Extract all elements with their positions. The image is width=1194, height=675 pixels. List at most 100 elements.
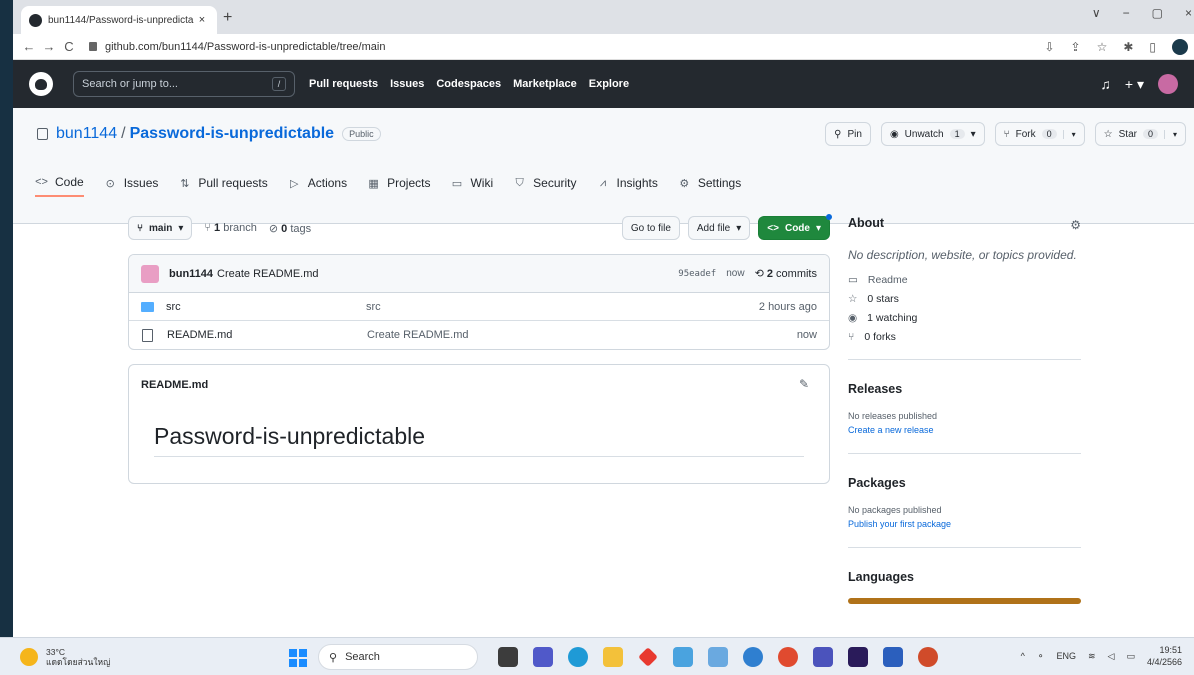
teams-app-icon[interactable]	[813, 647, 833, 667]
table-row[interactable]: src src 2 hours ago	[129, 293, 829, 321]
repo-owner-link[interactable]: bun1144	[56, 125, 117, 143]
publish-package-link[interactable]: Publish your first package	[848, 517, 1081, 531]
releases-title[interactable]: Releases	[848, 382, 1081, 396]
share-icon[interactable]: ⇪	[1071, 40, 1081, 54]
nav-codespaces[interactable]: Codespaces	[436, 78, 501, 90]
chevron-down-icon[interactable]: ▾	[1062, 129, 1076, 139]
create-release-link[interactable]: Create a new release	[848, 423, 1081, 437]
reload-icon[interactable]: C	[59, 39, 79, 54]
app-red-diamond-icon[interactable]	[638, 647, 658, 667]
file-commit-message[interactable]: Create README.md	[367, 329, 797, 341]
tab-actions[interactable]: ▷ Actions	[288, 171, 347, 195]
wifi-icon[interactable]: ≋	[1088, 651, 1096, 662]
readme-link[interactable]: ▭ Readme	[848, 274, 1081, 286]
profile-avatar-icon[interactable]	[1172, 38, 1188, 55]
premiere-app-icon[interactable]	[848, 647, 868, 667]
clock[interactable]: 19:51 4/4/2566	[1147, 644, 1182, 668]
file-commit-message[interactable]: src	[366, 301, 759, 313]
watching-link[interactable]: ◉ 1 watching	[848, 312, 1081, 324]
releases-info: No releases published Create a new relea…	[848, 409, 1081, 437]
tab-settings[interactable]: ⚙ Settings	[678, 171, 741, 195]
side-panel-icon[interactable]: ▯	[1149, 40, 1156, 54]
file-name[interactable]: README.md	[167, 329, 367, 341]
fork-count: 0	[1041, 129, 1057, 139]
photos-app-icon[interactable]	[708, 647, 728, 667]
tab-insights[interactable]: ⩘ Insights	[597, 171, 658, 195]
tab-code[interactable]: <> Code	[35, 171, 84, 197]
file-explorer-icon[interactable]	[603, 647, 623, 667]
pencil-icon[interactable]: ✎	[799, 377, 809, 391]
tab-pull-requests[interactable]: ⇅ Pull requests	[178, 171, 267, 195]
commits-link[interactable]: ⟲ 2 commits	[755, 267, 817, 280]
user-avatar[interactable]	[1158, 74, 1178, 94]
commit-sha[interactable]: 95eadef	[678, 269, 716, 279]
url-field[interactable]: github.com/bun1144/Password-is-unpredict…	[89, 41, 385, 53]
tab-security[interactable]: ⛉ Security	[513, 171, 577, 195]
bookmark-star-icon[interactable]: ☆	[1097, 40, 1108, 54]
new-tab-button[interactable]: +	[223, 9, 232, 27]
chat-app-icon[interactable]	[533, 647, 553, 667]
unwatch-button[interactable]: ◉ Unwatch 1 ▾	[880, 122, 985, 146]
fork-button[interactable]: ⑂ Fork 0 ▾	[994, 122, 1085, 146]
forward-icon[interactable]: →	[39, 39, 59, 54]
github-logo-icon[interactable]	[29, 72, 53, 96]
tab-projects[interactable]: ▦ Projects	[367, 171, 430, 195]
notifications-bell-icon[interactable]: ♫	[1100, 76, 1111, 92]
star-button[interactable]: ☆ Star 0 ▾	[1094, 122, 1186, 146]
powerpoint-app-icon[interactable]	[918, 647, 938, 667]
app-blue-icon[interactable]	[673, 647, 693, 667]
tab-search-icon[interactable]: ∨	[1092, 6, 1101, 20]
author-avatar[interactable]	[141, 264, 159, 283]
app-circle-icon[interactable]	[743, 647, 763, 667]
nav-issues[interactable]: Issues	[390, 78, 424, 90]
tab-wiki[interactable]: ▭ Wiki	[450, 171, 493, 195]
nav-marketplace[interactable]: Marketplace	[513, 78, 577, 90]
chevron-up-icon[interactable]: ^	[1021, 651, 1025, 661]
pin-button[interactable]: ⚲ Pin	[825, 122, 871, 146]
extensions-icon[interactable]: ✱	[1123, 40, 1133, 54]
gear-icon[interactable]: ⚙	[1070, 218, 1081, 232]
packages-title[interactable]: Packages	[848, 476, 1081, 490]
search-input[interactable]: Search or jump to... /	[73, 71, 295, 97]
tab-issues[interactable]: ⊙ Issues	[104, 171, 159, 195]
create-new-icon[interactable]: + ▾	[1125, 76, 1144, 93]
microphone-icon[interactable]: ⚬	[1037, 651, 1045, 662]
nav-pull-requests[interactable]: Pull requests	[309, 78, 378, 90]
maximize-icon[interactable]: ▢	[1152, 6, 1163, 20]
forks-link[interactable]: ⑂ 0 forks	[848, 331, 1081, 343]
weather-widget[interactable]: 33°C แดดโดยส่วนใหญ่	[20, 647, 110, 667]
browser-tab[interactable]: bun1144/Password-is-unpredicta ×	[21, 6, 217, 34]
commit-author[interactable]: bun1144	[169, 268, 213, 280]
stars-link[interactable]: ☆ 0 stars	[848, 293, 1081, 305]
chevron-down-icon[interactable]: ▾	[1163, 129, 1177, 139]
go-to-file-button[interactable]: Go to file	[621, 216, 680, 240]
issue-icon: ⊙	[105, 177, 115, 190]
code-icon: <>	[767, 222, 779, 234]
repo-stats: ▭ Readme ☆ 0 stars ◉ 1 watching ⑂ 0 forks	[848, 274, 1081, 343]
commit-message[interactable]: Create README.md	[217, 268, 318, 280]
branches-link[interactable]: ⑂ 1 branch	[204, 222, 256, 235]
close-window-icon[interactable]: ×	[1185, 6, 1192, 20]
readme-filename[interactable]: README.md	[141, 379, 208, 391]
battery-icon[interactable]: ▭	[1126, 651, 1135, 662]
tags-link[interactable]: ⊘ 0 tags	[269, 222, 311, 235]
task-view-icon[interactable]	[498, 647, 518, 667]
add-file-button[interactable]: Add file ▾	[687, 216, 751, 240]
install-icon[interactable]: ⇩	[1044, 40, 1054, 54]
windows-start-icon[interactable]	[289, 649, 307, 667]
language-indicator[interactable]: ENG	[1056, 651, 1076, 661]
word-app-icon[interactable]	[883, 647, 903, 667]
tab-close-icon[interactable]: ×	[195, 14, 209, 26]
branch-select-button[interactable]: ⑂ main ▾	[128, 216, 193, 240]
table-row[interactable]: README.md Create README.md now	[129, 321, 829, 349]
back-icon[interactable]: ←	[19, 39, 39, 54]
taskbar-search-input[interactable]: ⚲ Search	[318, 644, 478, 670]
nav-explore[interactable]: Explore	[589, 78, 629, 90]
file-name[interactable]: src	[166, 301, 366, 313]
minimize-icon[interactable]: −	[1123, 6, 1130, 20]
code-button[interactable]: <> Code ▾	[758, 214, 832, 240]
chrome-browser-icon[interactable]	[778, 647, 798, 667]
volume-icon[interactable]: ◁	[1108, 651, 1115, 662]
edge-browser-icon[interactable]	[568, 647, 588, 667]
repo-name-link[interactable]: Password-is-unpredictable	[130, 125, 335, 143]
